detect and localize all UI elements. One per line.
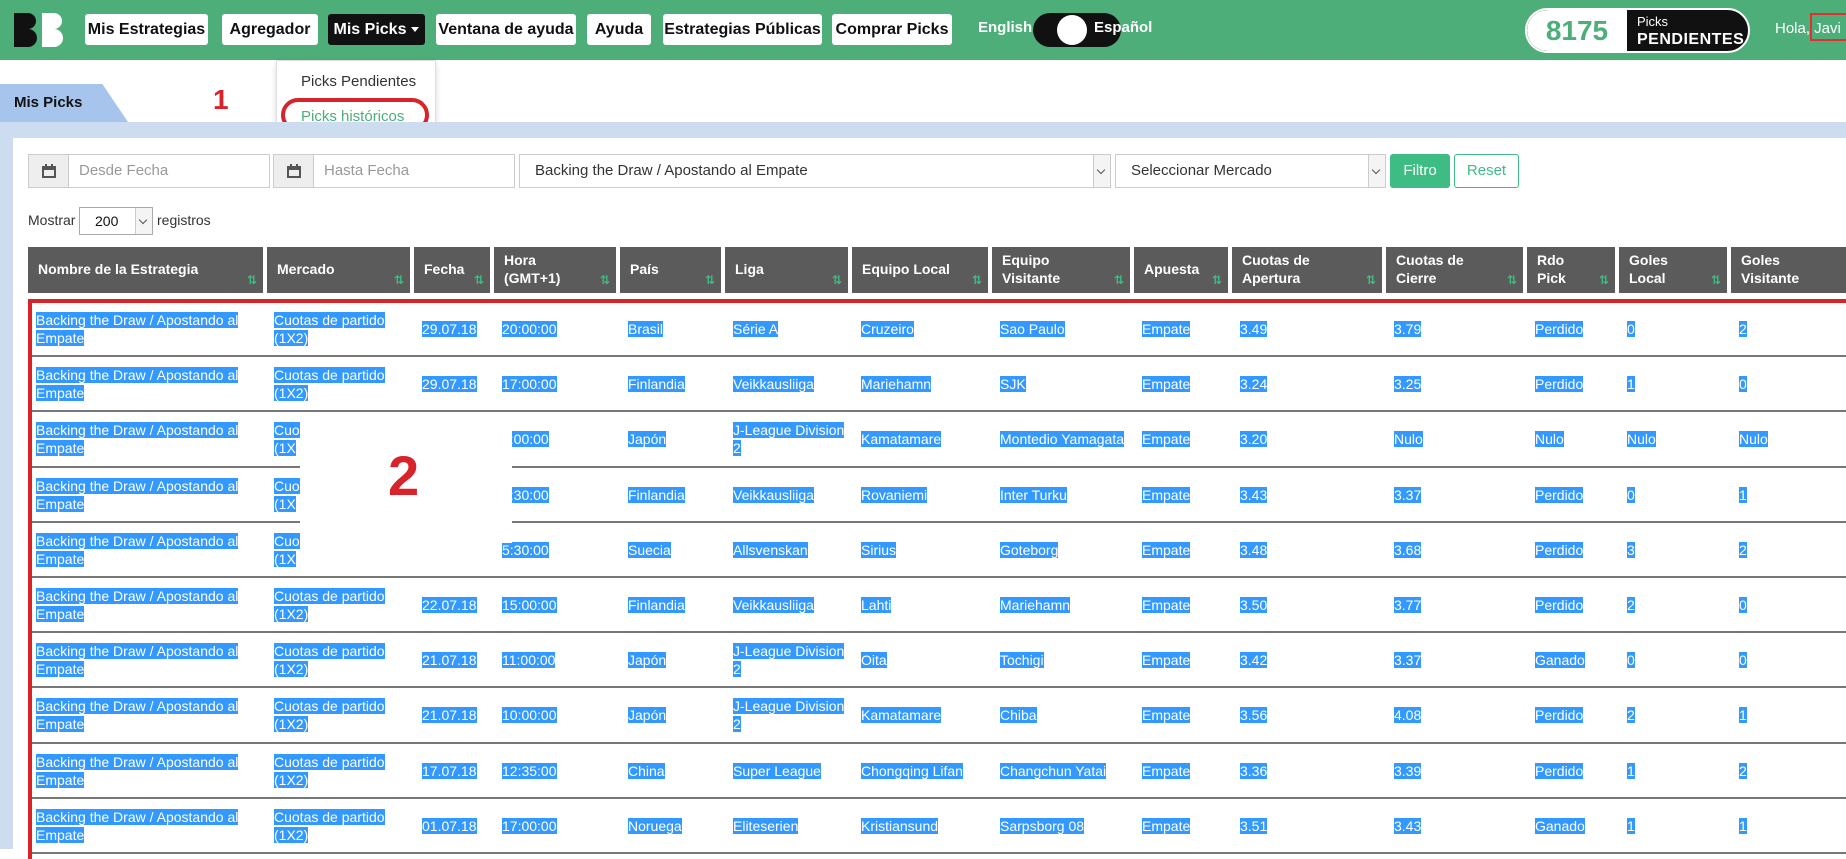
pending-label-small: Picks xyxy=(1637,14,1669,29)
column-header[interactable]: Equipo Visitante ⇅ xyxy=(992,247,1130,293)
highlight-box xyxy=(1810,13,1846,41)
nav-comprar-picks[interactable]: Comprar Picks xyxy=(832,14,952,45)
sort-icon[interactable]: ⇅ xyxy=(705,271,715,289)
annotation-two: 2 xyxy=(388,444,420,507)
pending-count: 8175 xyxy=(1527,10,1627,51)
caret-down-icon xyxy=(411,27,420,33)
calendar-icon[interactable] xyxy=(28,154,69,188)
annotation-table-box xyxy=(28,299,1846,859)
top-navbar: Mis Estrategias Agregador Mis Picks Vent… xyxy=(0,0,1846,60)
column-header[interactable]: Cuotas de Apertura ⇅ xyxy=(1232,247,1382,293)
nav-mis-estrategias[interactable]: Mis Estrategias xyxy=(85,14,208,45)
column-header-label: (GMT+1) xyxy=(504,270,561,286)
column-header-label: Rdo xyxy=(1537,252,1565,268)
sort-icon[interactable]: ⇅ xyxy=(474,271,484,289)
column-header-label: Fecha xyxy=(424,261,465,277)
column-header[interactable]: Equipo Local ⇅ xyxy=(852,247,988,293)
toggle-knob xyxy=(1057,15,1087,45)
lang-english-label: English xyxy=(978,19,1033,36)
strategy-select[interactable]: Backing the Draw / Apostando al Empate xyxy=(519,154,1111,188)
column-header[interactable]: Rdo Pick ⇅ xyxy=(1527,247,1615,293)
column-header[interactable]: Fecha ⇅ xyxy=(414,247,490,293)
pending-label-big: PENDIENTES xyxy=(1637,31,1745,48)
sort-icon[interactable]: ⇅ xyxy=(1507,271,1517,289)
nav-label: Ayuda xyxy=(594,21,644,38)
sort-icon[interactable]: ⇅ xyxy=(1114,271,1124,289)
dropdown-picks-pendientes[interactable]: Picks Pendientes xyxy=(301,73,416,90)
nav-label: Comprar Picks xyxy=(835,21,949,38)
column-header-label: Nombre de la Estrategia xyxy=(38,261,199,277)
nav-label: Agregador xyxy=(229,21,311,38)
column-header-label: Liga xyxy=(735,261,764,277)
nav-label: Mis Estrategias xyxy=(87,21,206,38)
reset-button[interactable]: Reset xyxy=(1454,154,1519,188)
nav-estrategias-publicas[interactable]: Estrategias Públicas xyxy=(663,14,822,45)
column-header[interactable]: Liga ⇅ xyxy=(725,247,848,293)
sort-icon[interactable]: ⇅ xyxy=(247,271,257,289)
column-header-label: Local xyxy=(1629,270,1666,286)
nav-ventana-de-ayuda[interactable]: Ventana de ayuda xyxy=(436,14,576,45)
lang-espanol-label: Español xyxy=(1094,19,1153,36)
calendar-icon[interactable] xyxy=(273,154,314,188)
page-size-select[interactable]: 200 xyxy=(79,207,153,235)
column-header-label: Goles xyxy=(1741,252,1780,268)
column-header-label: Visitante xyxy=(1002,270,1061,286)
nav-ayuda[interactable]: Ayuda xyxy=(587,14,651,45)
nav-agregador[interactable]: Agregador xyxy=(222,14,318,45)
column-header-label: Equipo Local xyxy=(862,261,950,277)
chevron-down-icon xyxy=(1093,155,1110,187)
column-header[interactable]: País ⇅ xyxy=(620,247,721,293)
column-header-label: Apertura xyxy=(1242,270,1301,286)
strategy-select-value: Backing the Draw / Apostando al Empate xyxy=(535,162,808,179)
column-header-label: Cuotas de xyxy=(1242,252,1310,268)
pending-picks-badge[interactable]: 8175 Picks PENDIENTES xyxy=(1525,8,1750,53)
sort-icon[interactable]: ⇅ xyxy=(1366,271,1376,289)
nav-mis-picks[interactable]: Mis Picks xyxy=(328,14,425,45)
column-header-label: Goles xyxy=(1629,252,1668,268)
sort-icon[interactable]: ⇅ xyxy=(832,271,842,289)
column-header[interactable]: Cuotas de Cierre ⇅ xyxy=(1386,247,1523,293)
records-label: registros xyxy=(157,212,211,228)
column-header-label: Hora xyxy=(504,252,536,268)
chevron-down-icon xyxy=(135,208,152,234)
column-header[interactable]: Apuesta ⇅ xyxy=(1134,247,1228,293)
brand-logo[interactable] xyxy=(10,11,70,49)
sort-icon[interactable]: ⇅ xyxy=(1711,271,1721,289)
column-header[interactable]: Hora (GMT+1) ⇅ xyxy=(494,247,616,293)
page-size-value: 200 xyxy=(95,213,119,229)
market-select[interactable]: Seleccionar Mercado xyxy=(1115,154,1386,188)
column-header[interactable]: Nombre de la Estrategia ⇅ xyxy=(28,247,263,293)
column-header[interactable]: Mercado ⇅ xyxy=(267,247,410,293)
column-header-label: Apuesta xyxy=(1144,261,1200,277)
filtro-button[interactable]: Filtro xyxy=(1390,154,1450,188)
tab-mis-picks-label: Mis Picks xyxy=(14,94,83,111)
column-header-label: Pick xyxy=(1537,270,1566,286)
sort-icon[interactable]: ⇅ xyxy=(972,271,982,289)
chevron-down-icon xyxy=(1368,155,1385,187)
market-select-value: Seleccionar Mercado xyxy=(1131,162,1272,179)
column-header-label: Cierre xyxy=(1396,270,1437,286)
nav-label: Mis Picks xyxy=(333,21,407,38)
column-header-label: Equipo xyxy=(1002,252,1050,268)
column-header[interactable]: Goles Local ⇅ xyxy=(1619,247,1727,293)
column-header-label: Visitante xyxy=(1741,270,1800,286)
sort-icon[interactable]: ⇅ xyxy=(1599,271,1609,289)
column-header-label: Cuotas de xyxy=(1396,252,1464,268)
column-header[interactable]: Goles Visitante xyxy=(1731,247,1846,293)
sort-icon[interactable]: ⇅ xyxy=(600,271,610,289)
show-label: Mostrar xyxy=(28,212,76,228)
hasta-fecha-input[interactable]: Hasta Fecha xyxy=(313,154,515,188)
desde-fecha-input[interactable]: Desde Fecha xyxy=(68,154,270,188)
nav-label: Ventana de ayuda xyxy=(438,21,574,38)
annotation-one: 1 xyxy=(213,84,229,115)
column-header-label: País xyxy=(630,261,659,277)
sort-icon[interactable]: ⇅ xyxy=(394,271,404,289)
nav-label: Estrategias Públicas xyxy=(664,21,821,38)
column-header-label: Mercado xyxy=(277,261,335,277)
sort-icon[interactable]: ⇅ xyxy=(1212,271,1222,289)
